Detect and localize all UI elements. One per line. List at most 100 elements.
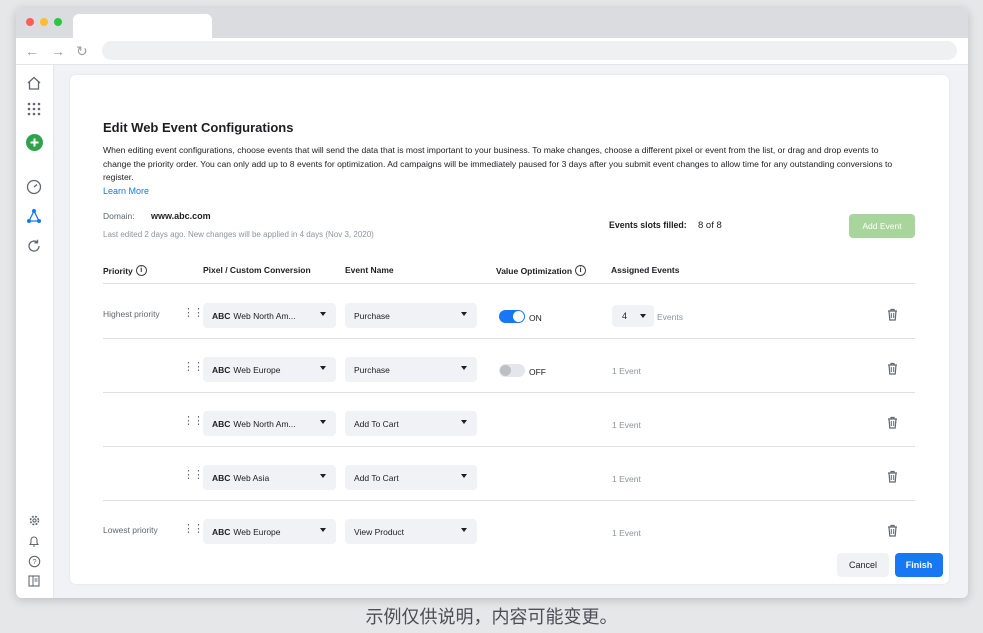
drag-handle-icon[interactable]: ⋮⋮ <box>183 524 204 535</box>
info-icon[interactable]: i <box>575 265 587 276</box>
minimize-window-button[interactable] <box>40 18 48 26</box>
back-icon[interactable]: ← <box>25 41 39 61</box>
browser-toolbar: ← → ↻ <box>16 38 968 65</box>
event-name-value: Purchase <box>354 310 390 321</box>
priority-label: Lowest priority <box>103 525 158 535</box>
finish-button[interactable]: Finish <box>895 553 943 577</box>
pixel-brand: ABC <box>212 472 231 483</box>
event-name-value: Purchase <box>354 364 390 375</box>
domain-value: www.abc.com <box>151 211 211 221</box>
chevron-down-icon <box>320 420 326 424</box>
trash-icon[interactable] <box>887 524 898 537</box>
chevron-down-icon <box>320 528 326 532</box>
drag-handle-icon[interactable]: ⋮⋮ <box>183 308 204 319</box>
priority-header: Priority i <box>103 265 147 276</box>
row-divider <box>103 392 915 393</box>
event-name-value: Add To Cart <box>354 472 399 483</box>
event-name-select[interactable]: Add To Cart <box>345 465 477 490</box>
priority-label: Highest priority <box>103 309 160 319</box>
add-event-button[interactable]: Add Event <box>849 214 915 238</box>
pixel-brand: ABC <box>212 364 231 375</box>
assigned-events-text: 1 Event <box>612 366 641 376</box>
pixel-brand: ABC <box>212 418 231 429</box>
last-edited-text: Last edited 2 days ago. New changes will… <box>103 230 374 239</box>
address-bar[interactable] <box>102 41 957 60</box>
event-name-select[interactable]: Add To Cart <box>345 411 477 436</box>
pixel-select[interactable]: ABC Web North Am... <box>203 303 336 328</box>
pixel-select-value: Web Europe <box>233 364 281 375</box>
home-icon[interactable] <box>25 74 43 92</box>
assigned-events-select[interactable]: 4 <box>612 305 654 327</box>
chevron-down-icon <box>461 420 467 424</box>
help-icon[interactable]: ? <box>25 552 43 570</box>
value-optimization-header: Value Optimization i <box>496 265 587 276</box>
sidebar: ? <box>16 65 54 598</box>
pixel-brand: ABC <box>212 526 231 537</box>
browser-window: ← → ↻ ? Edit Web Event Configurations Wh… <box>16 8 968 598</box>
close-window-button[interactable] <box>26 18 34 26</box>
create-plus-icon[interactable] <box>25 133 43 151</box>
cancel-button[interactable]: Cancel <box>837 553 889 577</box>
event-name-select[interactable]: Purchase <box>345 303 477 328</box>
chevron-down-icon <box>461 312 467 316</box>
dashboard-gauge-icon[interactable] <box>25 178 43 196</box>
assigned-events-header: Assigned Events <box>611 265 680 275</box>
refresh-icon[interactable] <box>25 237 43 255</box>
event-name-select[interactable]: View Product <box>345 519 477 544</box>
pixel-select[interactable]: ABC Web Asia <box>203 465 336 490</box>
assigned-events-text: 1 Event <box>612 474 641 484</box>
event-name-header: Event Name <box>345 265 394 275</box>
info-icon[interactable]: i <box>135 265 147 276</box>
description-text: When editing event configurations, choos… <box>103 145 893 182</box>
value-optimization-toggle[interactable] <box>499 310 525 323</box>
page-title: Edit Web Event Configurations <box>103 120 294 135</box>
chevron-down-icon <box>461 528 467 532</box>
pixel-select-value: Web Asia <box>233 472 270 483</box>
drag-handle-icon[interactable]: ⋮⋮ <box>183 470 204 481</box>
browser-titlebar <box>16 8 968 38</box>
disclaimer-caption: 示例仅供说明，内容可能变更。 <box>365 607 618 628</box>
trash-icon[interactable] <box>887 416 898 429</box>
toggle-knob <box>513 311 524 322</box>
reload-icon[interactable]: ↻ <box>76 41 88 61</box>
event-name-value: View Product <box>354 526 404 537</box>
chevron-down-icon <box>320 312 326 316</box>
table-row: ⋮⋮ ABC Web North Am... Add To Cart 1 Eve… <box>103 395 915 447</box>
row-divider <box>103 446 915 447</box>
settings-icon[interactable] <box>25 511 43 529</box>
pixel-select[interactable]: ABC Web Europe <box>203 357 336 382</box>
pixel-select-value: Web North Am... <box>233 310 296 321</box>
events-slots-label: Events slots filled: <box>609 220 687 230</box>
toggle-state-label: ON <box>529 313 542 323</box>
pixel-select[interactable]: ABC Web Europe <box>203 519 336 544</box>
chevron-down-icon <box>461 366 467 370</box>
value-optimization-toggle[interactable] <box>499 364 525 377</box>
trash-icon[interactable] <box>887 470 898 483</box>
drag-handle-icon[interactable]: ⋮⋮ <box>183 416 204 427</box>
browser-tab[interactable] <box>73 14 212 38</box>
header-divider <box>103 283 915 284</box>
pixel-select[interactable]: ABC Web North Am... <box>203 411 336 436</box>
learn-more-link[interactable]: Learn More <box>103 186 149 196</box>
events-manager-icon[interactable] <box>25 207 43 225</box>
trash-icon[interactable] <box>887 308 898 321</box>
assigned-events-suffix: Events <box>657 312 683 322</box>
trash-icon[interactable] <box>887 362 898 375</box>
table-row: Lowest priority ⋮⋮ ABC Web Europe View P… <box>103 503 915 555</box>
maximize-window-button[interactable] <box>54 18 62 26</box>
pixel-brand: ABC <box>212 310 231 321</box>
forward-icon[interactable]: → <box>51 41 65 61</box>
edit-web-event-configurations-panel: Edit Web Event Configurations When editi… <box>70 75 949 584</box>
panel-toggle-icon[interactable] <box>25 572 43 590</box>
chevron-down-icon <box>461 474 467 478</box>
apps-grid-icon[interactable] <box>25 100 43 118</box>
event-name-select[interactable]: Purchase <box>345 357 477 382</box>
drag-handle-icon[interactable]: ⋮⋮ <box>183 362 204 373</box>
toggle-knob <box>500 365 511 376</box>
notifications-bell-icon[interactable] <box>25 532 43 550</box>
assigned-events-text: 1 Event <box>612 420 641 430</box>
events-slots-value: 8 of 8 <box>698 220 722 231</box>
chevron-down-icon <box>640 314 646 318</box>
row-divider <box>103 500 915 501</box>
assigned-events-text: 1 Event <box>612 528 641 538</box>
